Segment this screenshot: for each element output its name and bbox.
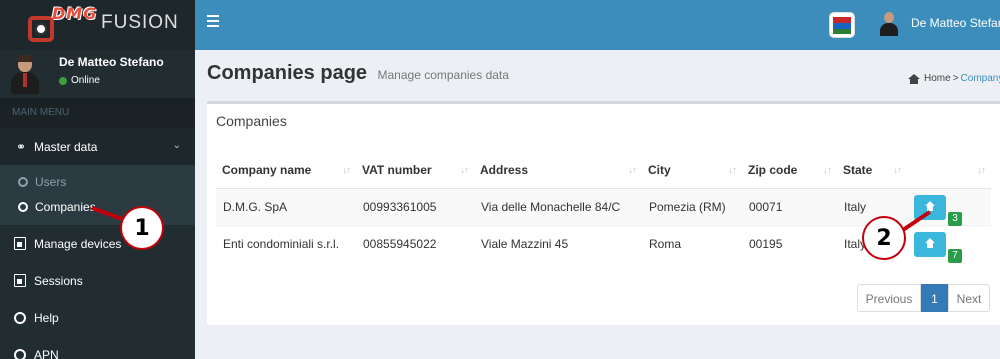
sort-icon: ↓↑ [893,165,902,176]
column-header-address[interactable]: Address ↓↑ [474,152,642,189]
sidebar-item-label: Sessions [34,273,83,288]
pagination-page[interactable]: 1 [921,284,948,312]
sort-icon: ↓↑ [628,165,637,176]
user-status-label: Online [71,75,100,86]
cell-vat-number: 00993361005 [356,187,474,225]
sort-icon: ↓↑ [460,165,469,176]
home-icon [925,237,935,248]
sidebar-item-label: Companies [35,199,96,214]
page-title: Companies page [207,62,368,84]
company-home-button[interactable] [914,231,946,257]
header-user-name[interactable]: De Matteo Stefano [911,16,1000,30]
sidebar-item-label: Users [35,174,67,189]
cell-city: Pomezia (RM) [642,187,742,225]
sidebar-item-label: APN [34,347,59,359]
column-header-city[interactable]: City ↓↑ [642,152,742,189]
callout-2: 2 [862,216,906,260]
sidebar-item-master-data[interactable]: ⚭ Master data ⌄ [0,128,195,165]
device-count-badge: 7 [948,248,962,263]
sidebar-item-apn[interactable]: APN [0,336,195,359]
user-name: De Matteo Stefano [59,55,164,69]
cell-company-name: D.M.G. SpA [216,187,356,225]
circle-icon [18,176,28,187]
logo-mark-text: DMG [52,4,98,23]
language-flag-icon[interactable] [829,12,855,38]
cell-company-name: Enti condominiali s.r.l. [216,224,356,262]
column-header-vat-number[interactable]: VAT number ↓↑ [356,152,474,189]
device-count-badge: 3 [948,211,962,226]
sort-icon: ↓↑ [728,165,737,176]
sidebar-item-label: Manage devices [34,236,122,251]
submenu-master-data: Users Companies [0,165,195,225]
breadcrumb-current: Company [960,73,1000,84]
sidebar-item-label: Help [34,310,59,325]
sort-icon: ↓↑ [823,165,832,176]
circle-icon [14,348,26,359]
sidebar-item-help[interactable]: Help [0,299,195,336]
cell-address: Via delle Monachelle 84/C [474,187,642,225]
callout-1: 1 [120,206,164,250]
top-header: De Matteo Stefano [195,0,1000,50]
cell-address: Viale Mazzini 45 [474,224,642,262]
avatar [10,55,40,94]
cell-zip-code: 00195 [742,224,837,262]
dashboard-icon [908,73,920,84]
pagination: Previous 1 Next [857,284,990,312]
column-header-zip-code[interactable]: Zip code ↓↑ [742,152,837,189]
companies-box: Companies Company name ↓↑ VAT number ↓↑ Ad… [207,101,1000,325]
logo-text: FUSION [101,12,179,33]
circle-icon [18,201,28,212]
cell-city: Roma [642,224,742,262]
column-header-company-name[interactable]: Company name ↓↑ [216,152,356,189]
column-header-actions[interactable]: ↓↑ [907,152,991,189]
sidebar-item-users[interactable]: Users [0,169,195,194]
pagination-previous[interactable]: Previous [857,284,921,312]
user-status: Online [59,75,100,86]
sort-icon: ↓↑ [342,165,351,176]
menu-toggle-icon[interactable] [207,15,219,30]
breadcrumb-separator: > [952,73,959,84]
content-header: Companies page Manage companies data [207,62,509,85]
breadcrumb-home[interactable]: Home [924,73,951,84]
table-header-row: Company name ↓↑ VAT number ↓↑ Address ↓↑ Ci… [216,152,991,189]
user-avatar-icon[interactable] [880,12,898,36]
sessions-icon [14,274,26,287]
sidebar-item-sessions[interactable]: Sessions [0,262,195,299]
share-icon: ⚭ [15,139,27,154]
sidebar-item-manage-devices[interactable]: Manage devices [0,225,195,262]
cell-vat-number: 00855945022 [356,224,474,262]
column-header-state[interactable]: State ↓↑ [837,152,907,189]
page-subtitle: Manage companies data [377,68,509,82]
circle-icon [14,311,26,324]
home-icon [925,200,935,211]
sidebar: DMG FUSION De Matteo Stefano Online MAIN… [0,0,195,359]
box-title: Companies [216,113,287,129]
sidebar-item-companies[interactable]: Companies [0,194,195,219]
sort-icon: ↓↑ [977,165,986,176]
online-dot-icon [59,76,67,85]
menu-header: MAIN MENU [0,98,195,128]
user-panel: De Matteo Stefano Online [0,50,195,98]
breadcrumb: Home > Company [908,73,1000,84]
pagination-next[interactable]: Next [948,284,990,312]
cell-actions: 7 [907,224,991,263]
sidebar-item-label: Master data [34,139,98,154]
device-icon [14,237,26,250]
cell-zip-code: 00071 [742,187,837,225]
logo[interactable]: DMG FUSION [0,0,195,50]
chevron-down-icon: ⌄ [172,140,181,151]
